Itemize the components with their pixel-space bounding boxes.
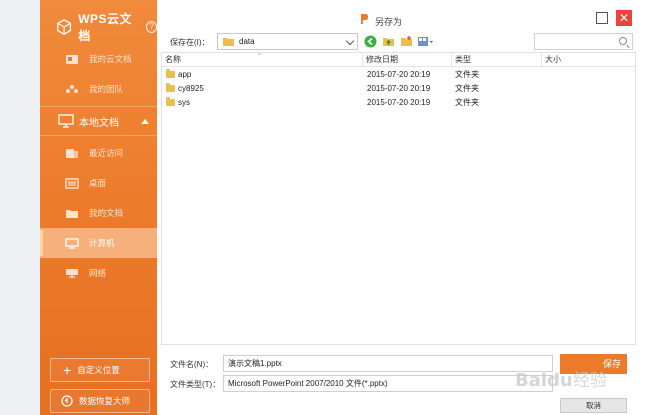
sidebar-item-computer[interactable]: 计算机 (40, 228, 157, 258)
folder-icon (66, 209, 78, 218)
baidu-watermark: Baidu 经验 (515, 370, 607, 391)
sidebar-section-local-docs[interactable]: 本地文档 (40, 106, 157, 136)
column-header-type[interactable]: 类型 (452, 53, 542, 67)
file-list[interactable]: 名称 ^ 修改日期 类型 大小 app 2015-07-20 20:19 文件夹… (161, 52, 636, 345)
file-name-cell: cy8925 (162, 82, 362, 96)
data-recovery-label: 数据恢复大师 (79, 396, 131, 406)
sidebar-item-network[interactable]: 网络 (40, 258, 157, 288)
column-header-size[interactable]: 大小 (542, 53, 635, 67)
file-type: 文件夹 (455, 84, 479, 93)
table-row[interactable]: cy8925 2015-07-20 20:19 文件夹 (162, 82, 635, 96)
save-in-label: 保存在(I)： (170, 38, 210, 47)
sidebar: WPS云文档 ? 我的云文档 我的团队 本地文档 最近访问 桌面 我的文档 计算… (40, 0, 157, 415)
file-type: 文件夹 (455, 98, 479, 107)
folder-icon (166, 69, 175, 79)
sidebar-item-desktop[interactable]: 桌面 (40, 168, 157, 198)
sidebar-header: WPS云文档 ? (40, 8, 157, 46)
sidebar-item-label: 计算机 (89, 238, 115, 248)
monitor-icon (58, 114, 74, 128)
right-background (640, 0, 668, 415)
data-recovery-button[interactable]: 数据恢复大师 (50, 389, 150, 413)
folder-icon (166, 83, 175, 93)
sidebar-item-my-team[interactable]: 我的团队 (40, 74, 157, 104)
file-name: app (178, 70, 192, 79)
save-in-value: data (239, 37, 255, 46)
sidebar-section-label: 本地文档 (79, 117, 119, 129)
sidebar-item-label: 网络 (89, 268, 107, 278)
modified-date: 2015-07-20 20:19 (367, 98, 431, 107)
collapse-icon[interactable] (141, 118, 149, 124)
sidebar-item-recent[interactable]: 最近访问 (40, 138, 157, 168)
svg-text:经验: 经验 (573, 371, 607, 391)
sidebar-item-label: 我的云文档 (89, 54, 132, 64)
sidebar-item-my-documents[interactable]: 我的文档 (40, 198, 157, 228)
search-input[interactable] (534, 33, 633, 50)
sidebar-item-label: 我的文档 (89, 208, 124, 218)
save-as-dialog: 另存为 ✕ 保存在(I)： data 名称 ^ 修改日期 类型 大小 app 2… (157, 0, 640, 415)
sort-ascending-icon: ^ (258, 53, 261, 59)
dialog-title: 另存为 (375, 17, 403, 27)
table-row[interactable]: app 2015-07-20 20:19 文件夹 (162, 68, 635, 82)
wps-presentation-logo-icon (361, 14, 368, 24)
chevron-down-icon (345, 36, 355, 46)
folder-icon (223, 38, 234, 46)
file-name-cell: app (162, 68, 362, 82)
recent-icon (66, 148, 78, 158)
maximize-button[interactable] (596, 12, 608, 24)
network-icon (66, 268, 78, 278)
column-header-modified[interactable]: 修改日期 (363, 53, 452, 67)
custom-location-label: 自定义位置 (77, 365, 120, 375)
view-menu-icon[interactable] (417, 35, 434, 48)
back-icon[interactable] (364, 35, 377, 48)
file-type: 文件夹 (455, 70, 479, 79)
sidebar-title: WPS云文档 (78, 12, 133, 43)
wps-cloud-logo-icon (57, 19, 72, 35)
sidebar-item-label: 我的团队 (89, 84, 124, 94)
recovery-icon (61, 395, 73, 407)
modified-date: 2015-07-20 20:19 (367, 84, 431, 93)
filetype-select[interactable]: Microsoft PowerPoint 2007/2010 文件(*.pptx… (223, 375, 553, 392)
close-button[interactable]: ✕ (616, 10, 632, 26)
save-in-dropdown[interactable]: data (217, 33, 358, 50)
cloud-doc-icon (66, 54, 78, 64)
filename-input[interactable]: 演示文稿1.pptx (223, 355, 553, 372)
file-name: cy8925 (178, 84, 204, 93)
team-icon (66, 84, 78, 93)
sidebar-item-my-cloud-docs[interactable]: 我的云文档 (40, 44, 157, 74)
column-header-name[interactable]: 名称 (162, 53, 363, 67)
location-toolbar: 保存在(I)： data (157, 32, 640, 52)
plus-icon: + (63, 362, 72, 378)
table-row[interactable]: sys 2015-07-20 20:19 文件夹 (162, 96, 635, 110)
title-bar: 另存为 ✕ (157, 10, 640, 30)
computer-icon (65, 237, 79, 249)
svg-text:Baidu: Baidu (515, 370, 573, 391)
sidebar-item-label: 最近访问 (89, 148, 124, 158)
left-background (0, 0, 40, 415)
file-name-cell: sys (162, 96, 362, 110)
up-folder-icon[interactable] (382, 35, 395, 48)
custom-location-button[interactable]: + 自定义位置 (50, 358, 150, 382)
search-icon (619, 37, 627, 45)
filetype-label: 文件类型(T)： (170, 380, 221, 389)
help-icon[interactable]: ? (145, 21, 157, 33)
modified-date: 2015-07-20 20:19 (367, 70, 431, 79)
folder-icon (166, 97, 175, 107)
sidebar-item-label: 桌面 (89, 178, 107, 188)
desktop-icon (65, 177, 79, 189)
filename-label: 文件名(N)： (170, 360, 214, 369)
file-name: sys (178, 98, 190, 107)
new-folder-icon[interactable] (400, 35, 413, 48)
selected-indicator (40, 230, 43, 256)
